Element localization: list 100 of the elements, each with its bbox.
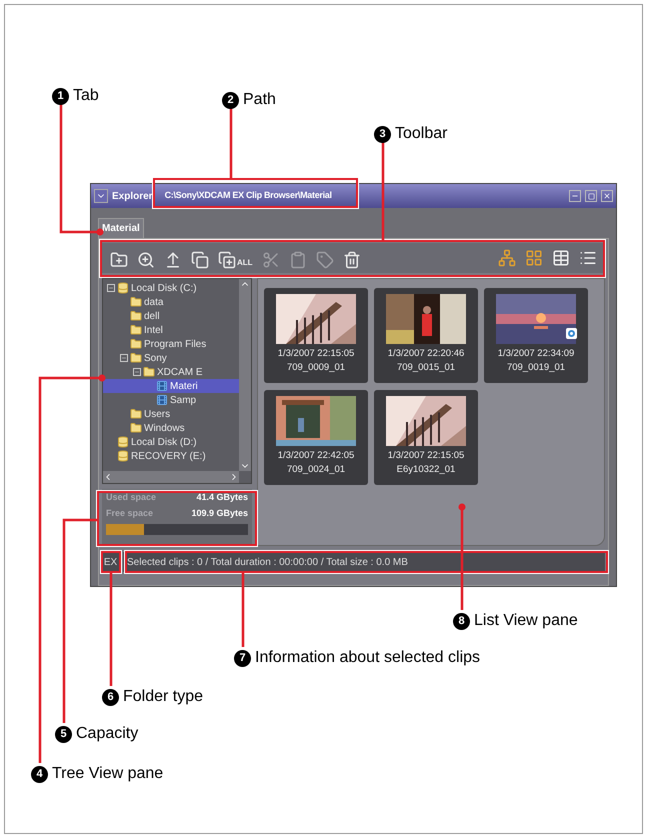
tree-label: Program Files bbox=[144, 338, 206, 352]
clip-folder-icon bbox=[156, 394, 168, 406]
used-space-value: 41.4 GBytes bbox=[196, 491, 248, 504]
tree-icon bbox=[498, 249, 516, 267]
callout-number: 8 bbox=[453, 612, 470, 630]
callout-label: Tab bbox=[73, 86, 99, 106]
tab[interactable]: Material bbox=[98, 218, 144, 238]
tree-label: XDCAM E bbox=[157, 366, 203, 380]
upload-arrow-icon bbox=[164, 251, 182, 269]
tree-item[interactable]: Local Disk (C:) bbox=[103, 281, 239, 295]
tree-label: Intel bbox=[144, 324, 163, 338]
tag-icon bbox=[316, 251, 334, 269]
clip-name: 709_0009_01 bbox=[286, 361, 346, 376]
clip-date: 1/3/2007 22:42:05 bbox=[278, 449, 354, 463]
callout-label: Information about selected clips bbox=[255, 648, 480, 668]
clip-date: 1/3/2007 22:34:09 bbox=[498, 347, 574, 361]
list-icon bbox=[579, 249, 597, 267]
trash-icon bbox=[342, 251, 361, 269]
tree-item[interactable]: RECOVERY (E:) bbox=[103, 449, 239, 463]
clip-card[interactable]: 1/3/2007 22:42:05 709_0024_01 bbox=[264, 390, 368, 485]
clip-card[interactable]: 1/3/2007 22:34:09 709_0019_01 bbox=[484, 288, 588, 383]
clipboard-icon bbox=[288, 251, 307, 269]
menu-button[interactable] bbox=[94, 189, 108, 203]
clip-name: 709_0024_01 bbox=[286, 463, 346, 478]
minus-icon bbox=[108, 285, 114, 291]
callout-number: 3 bbox=[374, 126, 391, 142]
tree-item[interactable]: dell bbox=[103, 309, 239, 323]
drive-icon bbox=[117, 282, 129, 294]
horizontal-scrollbar[interactable] bbox=[103, 471, 239, 483]
callout-number: 4 bbox=[31, 766, 48, 782]
magnifier-icon bbox=[137, 251, 155, 269]
tree-label: Samp bbox=[170, 394, 196, 408]
tree-label: data bbox=[144, 296, 164, 310]
table-icon bbox=[552, 249, 570, 267]
clip-folder-icon bbox=[156, 380, 168, 392]
close-button[interactable] bbox=[601, 190, 613, 202]
copy-all-icon bbox=[218, 251, 236, 269]
folder-icon bbox=[130, 338, 142, 350]
callout-label: Tree View pane bbox=[52, 764, 164, 784]
path-text: C:\Sony\XDCAM EX Clip Browser\Material bbox=[164, 189, 332, 202]
collapse-toggle[interactable] bbox=[133, 368, 141, 376]
free-space-value: 109.9 GBytes bbox=[191, 506, 248, 520]
callout-label: Toolbar bbox=[395, 124, 448, 144]
tree-item[interactable]: Users bbox=[103, 407, 239, 421]
drive-icon bbox=[117, 436, 129, 448]
maximize-icon bbox=[588, 192, 594, 200]
tree-label: Materi bbox=[170, 380, 198, 394]
callout-number: 2 bbox=[222, 92, 239, 108]
close-icon bbox=[603, 192, 611, 200]
tree-item[interactable]: XDCAM E bbox=[103, 365, 239, 379]
maximize-button[interactable] bbox=[585, 190, 597, 202]
folder-icon bbox=[130, 422, 142, 434]
grid-icon bbox=[525, 249, 543, 267]
clip-card[interactable]: 1/3/2007 22:15:05 E6y10322_01 bbox=[374, 390, 478, 485]
tree-item[interactable]: Intel bbox=[103, 323, 239, 337]
folder-icon bbox=[130, 310, 142, 322]
clip-date: 1/3/2007 22:15:05 bbox=[278, 347, 354, 361]
window-title: Explorer bbox=[112, 190, 153, 204]
used-space-label: Used space bbox=[106, 491, 156, 504]
tree-item[interactable]: Sony bbox=[103, 351, 239, 365]
free-space-label: Free space bbox=[106, 506, 154, 520]
callout-number: 7 bbox=[234, 650, 251, 666]
collapse-toggle[interactable] bbox=[120, 354, 128, 362]
vertical-scrollbar[interactable] bbox=[239, 279, 251, 471]
clip-name: 709_0015_01 bbox=[396, 361, 456, 376]
folder-icon bbox=[130, 324, 142, 336]
tree-item[interactable]: data bbox=[103, 295, 239, 309]
tree-label: Sony bbox=[144, 352, 167, 366]
minus-icon bbox=[121, 355, 127, 361]
callout-label: List View pane bbox=[474, 611, 578, 631]
tree-item[interactable]: Samp bbox=[103, 393, 239, 407]
minimize-button[interactable] bbox=[569, 190, 581, 202]
tree-label: Windows bbox=[144, 422, 185, 436]
drive-icon bbox=[117, 450, 129, 462]
tree-label: Local Disk (D:) bbox=[131, 436, 197, 450]
collapse-toggle[interactable] bbox=[107, 284, 115, 292]
tree-label: dell bbox=[144, 310, 160, 324]
folder-icon bbox=[130, 352, 142, 364]
clip-name: 709_0019_01 bbox=[506, 361, 566, 376]
callout-label: Folder type bbox=[123, 687, 204, 707]
callout-number: 5 bbox=[55, 726, 72, 742]
clip-card[interactable]: 1/3/2007 22:20:46 709_0015_01 bbox=[374, 288, 478, 383]
clip-card[interactable]: 1/3/2007 22:15:05 709_0009_01 bbox=[264, 288, 368, 383]
callout-number: 1 bbox=[52, 88, 69, 104]
toolbar-button[interactable]: ALL bbox=[218, 247, 253, 269]
copy-icon bbox=[191, 251, 209, 269]
view-button[interactable] bbox=[498, 247, 516, 269]
scissors-icon bbox=[262, 251, 280, 269]
minus-icon bbox=[134, 369, 140, 375]
folder-icon bbox=[143, 366, 155, 378]
tree-label: RECOVERY (E:) bbox=[131, 450, 206, 464]
tree-label: Local Disk (C:) bbox=[131, 282, 197, 296]
folder-icon bbox=[130, 296, 142, 308]
tree-item[interactable]: Local Disk (D:) bbox=[103, 435, 239, 449]
clip-date: 1/3/2007 22:15:05 bbox=[388, 449, 464, 463]
clip-date: 1/3/2007 22:20:46 bbox=[388, 347, 464, 361]
tree-item[interactable]: Materi bbox=[103, 379, 239, 393]
folder-icon bbox=[130, 408, 142, 420]
tree-item[interactable]: Windows bbox=[103, 421, 239, 435]
tree-item[interactable]: Program Files bbox=[103, 337, 239, 351]
